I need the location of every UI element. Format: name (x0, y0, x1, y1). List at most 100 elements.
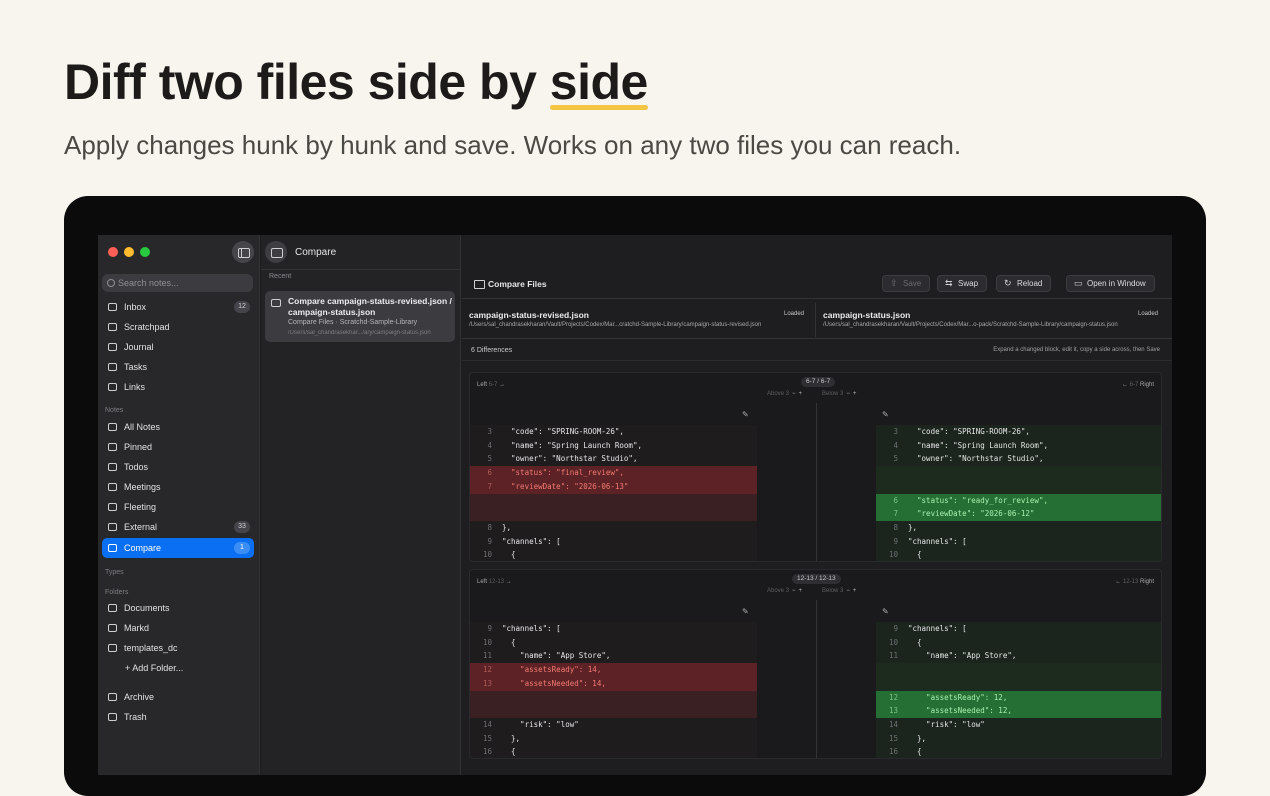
expand-icon[interactable]: + (799, 391, 803, 397)
edit-right-icon[interactable]: ✎ (882, 410, 889, 419)
sidebar-toggle-icon[interactable] (232, 241, 254, 263)
add-folder-button[interactable]: + Add Folder... (102, 658, 254, 678)
sidebar-item-fleeting[interactable]: Fleeting (102, 497, 254, 517)
collapse-icon[interactable]: − (792, 588, 796, 594)
right-file[interactable]: campaign-status.json Loaded /Users/sal_c… (816, 299, 1162, 339)
code-line: 14 "risk": "low" (470, 718, 757, 732)
line-text: "assetsNeeded": 14, (502, 678, 606, 688)
line-number: 7 (487, 481, 492, 491)
code-line: 11 "name": "App Store", (470, 649, 757, 663)
close-window-button[interactable] (108, 247, 118, 257)
arrow-right-icon[interactable]: → (499, 382, 505, 388)
hunk-header: Left 12-13 → 12-13 / 12-13 Above 3− + Below … (470, 570, 1161, 600)
reload-button[interactable]: ↻ Reload (996, 275, 1052, 292)
open-in-window-button[interactable]: ▭ Open in Window (1066, 275, 1155, 292)
compare-icon (108, 544, 117, 552)
sidebar-item-scratchpad[interactable]: Scratchpad (102, 317, 254, 337)
trash-icon (108, 713, 117, 721)
open-window-label: Open in Window (1087, 279, 1146, 288)
line-text: "name": "App Store", (908, 651, 1017, 661)
code-line (876, 663, 1161, 678)
collapse-icon[interactable]: − (846, 588, 850, 594)
sidebar-item-tasks[interactable]: Tasks (102, 357, 254, 377)
sidebar-folder-templates[interactable]: templates_dc (102, 638, 254, 658)
sidebar-item-trash[interactable]: Trash (102, 707, 254, 727)
line-number: 16 (888, 747, 898, 757)
code-line: 12 "assetsReady": 14, (470, 663, 757, 678)
sidebar-item-todos[interactable]: Todos (102, 457, 254, 477)
sidebar-item-label: Todos (124, 462, 149, 472)
line-text: "channels": [ (908, 536, 967, 546)
title-highlight: side (549, 54, 648, 110)
expand-icon[interactable]: + (799, 588, 803, 594)
collapse-icon[interactable]: − (792, 391, 796, 397)
above-label: Above 3 (767, 391, 790, 397)
line-number: 5 (487, 454, 492, 464)
sidebar-item-label: templates_dc (124, 643, 178, 653)
hunk-range-badge: 6-7 / 6-7 (801, 377, 836, 387)
sidebar-item-all-notes[interactable]: All Notes (102, 417, 254, 437)
diff-hunk: Left 12-13 → 12-13 / 12-13 Above 3− + Below … (469, 569, 1162, 759)
code-line: 9 "channels": [ (876, 622, 1161, 636)
sidebar-item-archive[interactable]: Archive (102, 687, 254, 707)
above-context-control[interactable]: Above 3− + (767, 588, 802, 594)
expand-icon[interactable]: + (853, 391, 857, 397)
edit-left-icon[interactable]: ✎ (742, 607, 749, 616)
links-icon (108, 383, 117, 391)
minimize-window-button[interactable] (124, 247, 134, 257)
right-file-name: campaign-status.json (823, 310, 911, 320)
save-button[interactable]: ⇪ Save (882, 275, 931, 292)
arrow-left-icon[interactable]: ← (1122, 382, 1130, 388)
hero: Diff two files side by side Apply change… (64, 52, 961, 161)
panel-title: Compare (295, 247, 337, 258)
divider (261, 269, 460, 270)
above-context-control[interactable]: Above 3− + (767, 391, 802, 397)
swap-button[interactable]: ⇆ Swap (937, 275, 988, 292)
edit-right-icon[interactable]: ✎ (882, 607, 889, 616)
sidebar-item-journal[interactable]: Journal (102, 337, 254, 357)
save-icon: ⇪ (890, 278, 898, 288)
toolbar-title: Compare Files (474, 279, 547, 289)
right-code-pane: 3 "code": "SPRING-ROOM-26", 4 "name": "Sp… (876, 425, 1161, 561)
sidebar-item-label: Fleeting (124, 502, 157, 512)
pin-icon (108, 443, 117, 451)
sidebar-item-links[interactable]: Links (102, 377, 254, 397)
edit-left-icon[interactable]: ✎ (742, 410, 749, 419)
line-text: { (502, 747, 516, 757)
hunk-left-label: Left 6-7 → (477, 382, 505, 388)
sidebar-item-compare[interactable]: Compare 1 (102, 538, 254, 558)
below-context-control[interactable]: Below 3− + (822, 391, 856, 397)
panel-toggle-icon[interactable] (265, 241, 287, 263)
sidebar-item-label: Inbox (124, 302, 147, 312)
line-text: "risk": "low" (908, 719, 985, 729)
code-line (876, 466, 1161, 481)
sidebar-item-meetings[interactable]: Meetings (102, 477, 254, 497)
line-number: 16 (482, 747, 492, 757)
meetings-icon (108, 483, 117, 491)
sidebar-item-label: Markd (124, 623, 150, 633)
sidebar-item-inbox[interactable]: Inbox 12 (102, 297, 254, 317)
compare-list-panel: Compare Recent Compare campaign-status-r… (261, 235, 461, 775)
device-frame: Search notes... Inbox 12 Scratchpad Journ… (64, 196, 1206, 796)
zoom-window-button[interactable] (140, 247, 150, 257)
arrow-left-icon[interactable]: ← (1115, 579, 1123, 585)
arrow-right-icon[interactable]: → (506, 579, 512, 585)
sidebar-item-label: Documents (124, 603, 170, 613)
line-text: "channels": [ (502, 624, 561, 633)
collapse-icon[interactable]: − (846, 391, 850, 397)
left-file[interactable]: campaign-status-revised.json Loaded /Use… (462, 299, 815, 339)
left-range: 12-13 (488, 579, 506, 585)
recent-compare-card[interactable]: Compare campaign-status-revised.json / c… (265, 291, 455, 342)
count-badge: 1 (234, 542, 250, 554)
sidebar-item-external[interactable]: External 33 (102, 517, 254, 537)
sidebar-folder-documents[interactable]: Documents (102, 598, 254, 618)
sidebar-item-pinned[interactable]: Pinned (102, 437, 254, 457)
count-badge: 33 (234, 521, 250, 533)
expand-icon[interactable]: + (853, 588, 857, 594)
line-text: "status": "ready_for_review", (908, 495, 1048, 505)
below-context-control[interactable]: Below 3− + (822, 588, 856, 594)
search-input[interactable]: Search notes... (102, 274, 253, 292)
line-text: }, (502, 733, 521, 743)
code-line: 6 "status": "ready_for_review", (876, 493, 1161, 508)
sidebar-folder-markd[interactable]: Markd (102, 618, 254, 638)
